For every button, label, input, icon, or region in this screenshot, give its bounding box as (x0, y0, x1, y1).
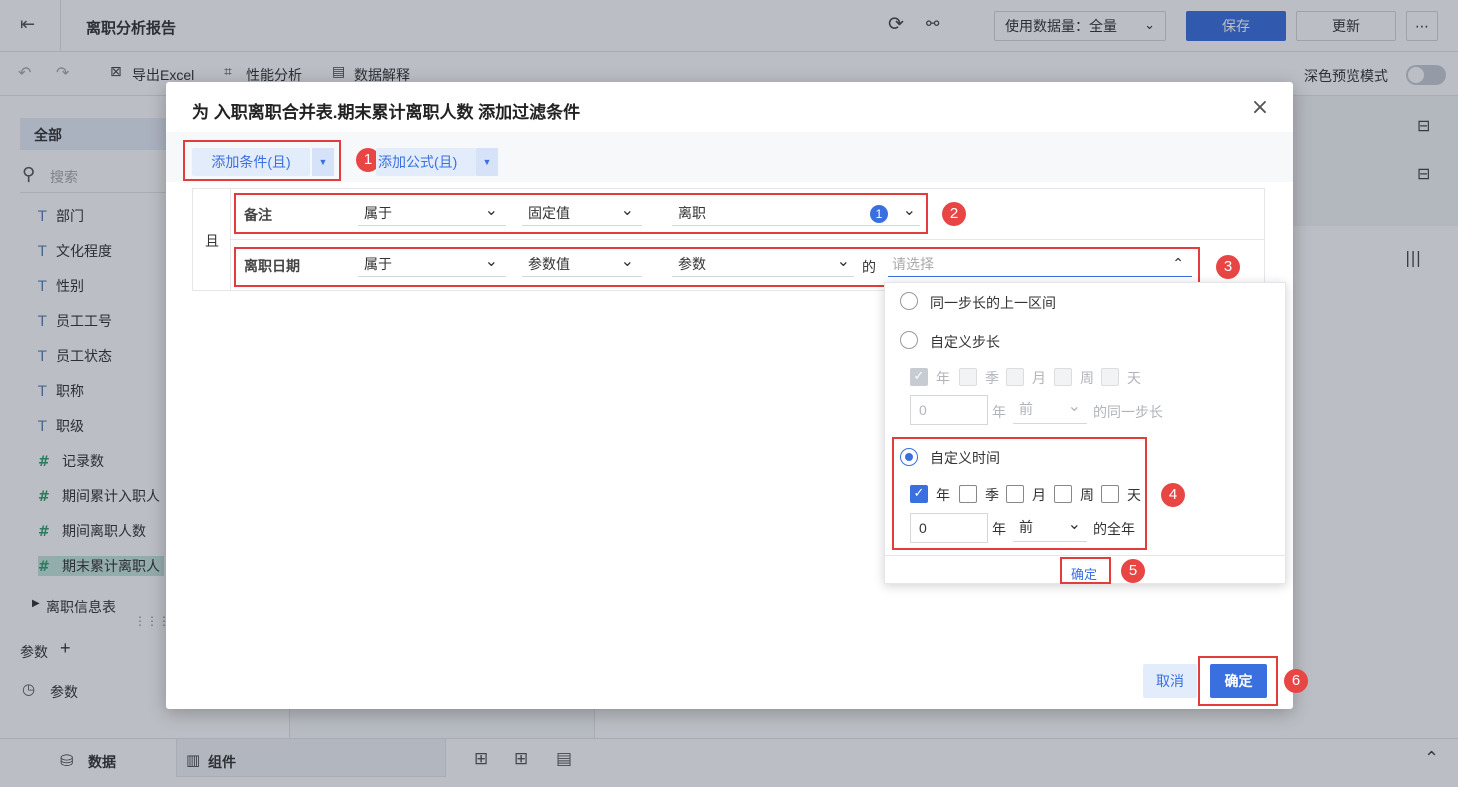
chevron-up-icon: ⌃ (1172, 256, 1184, 272)
of-label: 的 (862, 259, 876, 275)
step-unit-label: 年 (936, 370, 950, 386)
time-range-popup: 同一步长的上一区间 自定义步长 ✓ 年季月周天 0 年 前 ⌄ 的同一步长 自定义… (884, 282, 1286, 584)
row1-value: 离职 (678, 205, 706, 221)
row1-operator-select[interactable]: 属于 ⌄ (358, 200, 506, 226)
step-badge-6: 6 (1284, 669, 1308, 693)
step-unit-label: 周 (1080, 370, 1094, 386)
time-unit-label: 季 (985, 487, 999, 503)
radio-custom-time[interactable] (900, 448, 918, 466)
step-unit-label: 季 (985, 370, 999, 386)
logic-and-label: 且 (205, 233, 219, 249)
time-unit-label: 月 (1032, 487, 1046, 503)
time-range-placeholder: 请选择 (892, 256, 934, 272)
step-badge-3: 3 (1216, 255, 1240, 279)
step-badge-5: 5 (1121, 559, 1145, 583)
step-suffix-label: 的同一步长 (1093, 404, 1163, 420)
time-unit-checkbox[interactable] (1054, 485, 1072, 503)
add-condition-button[interactable]: 添加条件(且) (192, 148, 310, 176)
selected-count-badge: 1 (870, 205, 888, 223)
time-direction: 前 (1019, 519, 1033, 535)
time-suffix-label: 的全年 (1093, 521, 1135, 537)
radio-prev-interval[interactable] (900, 292, 918, 310)
add-formula-button[interactable]: 添加公式(且) (376, 148, 476, 176)
time-unit-checkbox[interactable]: ✓ (910, 485, 928, 503)
chevron-down-icon: ⌄ (620, 200, 634, 219)
time-unit-checkbox[interactable] (959, 485, 977, 503)
row1-valuetype: 固定值 (528, 205, 570, 221)
row1-field: 备注 (244, 207, 272, 223)
step-value-input[interactable]: 0 (910, 395, 988, 425)
step-direction-select[interactable]: 前 ⌄ (1013, 396, 1087, 424)
time-range-select[interactable]: 请选择 ⌃ (888, 251, 1192, 277)
row-divider (231, 239, 1265, 240)
time-unit-checkbox[interactable] (1006, 485, 1024, 503)
step-unit-checkbox[interactable] (1101, 368, 1119, 386)
row1-valuetype-select[interactable]: 固定值 ⌄ (522, 200, 642, 226)
time-unit-label: 天 (1127, 487, 1141, 503)
step-direction: 前 (1019, 401, 1033, 417)
step-unit-label: 年 (992, 404, 1006, 420)
step-unit-checkbox[interactable] (1054, 368, 1072, 386)
time-value-input[interactable]: 0 (910, 513, 988, 543)
row2-param-select[interactable]: 参数 ⌄ (672, 251, 854, 277)
option-custom-time-label[interactable]: 自定义时间 (930, 448, 1000, 468)
time-unit-checkbox[interactable] (1101, 485, 1119, 503)
time-direction-select[interactable]: 前 ⌄ (1013, 514, 1087, 542)
time-unit-label: 年 (936, 487, 950, 503)
radio-custom-step[interactable] (900, 331, 918, 349)
close-icon[interactable]: × (1248, 96, 1272, 120)
step-unit-label: 天 (1127, 370, 1141, 386)
row2-field: 离职日期 (244, 258, 300, 274)
chevron-down-icon: ⌄ (1067, 396, 1081, 415)
chevron-down-icon: ⌄ (836, 251, 850, 270)
step-badge-2: 2 (942, 202, 966, 226)
confirm-button[interactable]: 确定 (1210, 664, 1267, 698)
time-unit-label: 年 (992, 521, 1006, 537)
step-unit-checkbox[interactable]: ✓ (910, 368, 928, 386)
row1-value-select[interactable]: 离职 1 ⌄ (672, 200, 920, 226)
cancel-button[interactable]: 取消 (1143, 664, 1197, 698)
row2-valuetype: 参数值 (528, 256, 570, 272)
step-badge-4: 4 (1161, 483, 1185, 507)
option-custom-step-label[interactable]: 自定义步长 (930, 332, 1000, 352)
row2-valuetype-select[interactable]: 参数值 ⌄ (522, 251, 642, 277)
chevron-down-icon: ⌄ (484, 200, 498, 219)
time-unit-label: 周 (1080, 487, 1094, 503)
divider (885, 555, 1285, 556)
row2-operator: 属于 (364, 256, 392, 272)
dialog-title: 为 入职离职合并表.期末累计离职人数 添加过滤条件 (192, 103, 581, 122)
chevron-down-icon: ⌄ (902, 200, 916, 219)
row2-param: 参数 (678, 256, 706, 272)
add-formula-dropdown[interactable]: ▼ (476, 148, 498, 176)
add-condition-dropdown[interactable]: ▼ (312, 148, 334, 176)
logic-column: 且 (193, 189, 231, 290)
dialog-action-bar (166, 132, 1293, 182)
chevron-down-icon: ⌄ (484, 251, 498, 270)
row2-operator-select[interactable]: 属于 ⌄ (358, 251, 506, 277)
step-unit-label: 月 (1032, 370, 1046, 386)
popup-confirm-button[interactable]: 确定 (1071, 564, 1097, 583)
option-prev-interval-label[interactable]: 同一步长的上一区间 (930, 293, 1056, 313)
step-unit-checkbox[interactable] (959, 368, 977, 386)
chevron-down-icon: ⌄ (1067, 514, 1081, 533)
step-unit-checkbox[interactable] (1006, 368, 1024, 386)
chevron-down-icon: ⌄ (620, 251, 634, 270)
row1-operator: 属于 (364, 205, 392, 221)
